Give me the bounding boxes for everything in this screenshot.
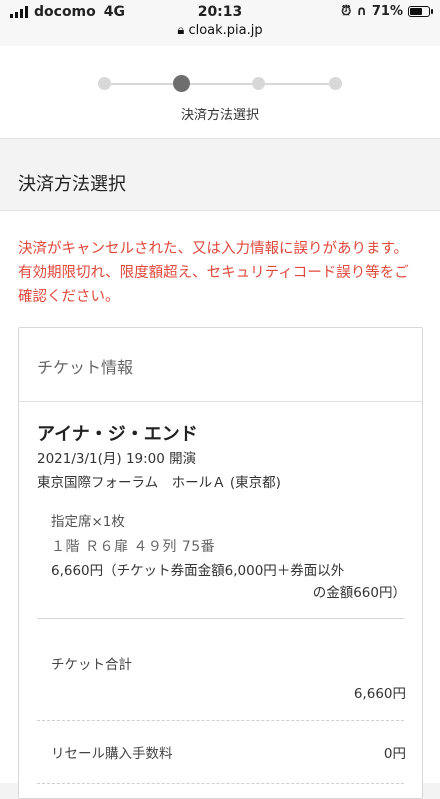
status-icons: ⏰︎ ∩ 71%	[341, 4, 433, 19]
divider	[19, 401, 422, 402]
ticket-price: 6,660円（チケット券面金額6,000円＋券面以外 の金額660円）	[51, 560, 406, 604]
stepper-track	[104, 83, 336, 85]
divider	[37, 618, 404, 619]
event-venue: 東京国際フォーラム ホールＡ (東京都)	[37, 475, 281, 491]
seat-position: １階 Ｒ６扉 ４９列 75番	[51, 539, 216, 555]
address-bar[interactable]: 🔒︎ cloak.pia.jp	[0, 23, 440, 38]
battery-percent: 71%	[371, 4, 403, 19]
dashed-divider	[37, 783, 404, 784]
step-2-dot-active	[173, 75, 190, 92]
error-message: 決済がキャンセルされた、又は入力情報に誤りがあります。有効期限切れ、限度額超え、…	[18, 241, 409, 305]
ticket-total-label: チケット合計	[51, 657, 132, 673]
lock-icon: 🔒︎	[177, 23, 185, 38]
main-content: 決済がキャンセルされた、又は入力情報に誤りがあります。有効期限切れ、限度額超え、…	[0, 210, 440, 799]
price-line-1: 6,660円（チケット券面金額6,000円＋券面以外	[51, 563, 345, 579]
url-text: cloak.pia.jp	[188, 23, 263, 38]
ticket-info-card: チケット情報 アイナ・ジ・エンド 2021/3/1(月) 19:00 開演 東京…	[18, 327, 423, 799]
step-3-dot	[252, 77, 265, 90]
ticket-info-heading: チケット情報	[37, 358, 134, 377]
dashed-divider	[37, 720, 404, 721]
resale-fee-label: リセール購入手数料	[51, 746, 173, 762]
step-1-dot	[98, 77, 111, 90]
price-line-2: の金額660円）	[312, 585, 406, 601]
seat-type: 指定席×1枚	[51, 514, 125, 530]
resale-fee-value: 0円	[383, 746, 406, 762]
ticket-total-value: 6,660円	[353, 686, 406, 702]
step-4-dot	[329, 77, 342, 90]
event-datetime: 2021/3/1(月) 19:00 開演	[37, 451, 197, 467]
battery-icon	[408, 6, 433, 17]
progress-stepper: 決済方法選択	[0, 46, 440, 139]
page-title: 決済方法選択	[18, 174, 126, 195]
headphones-icon: ∩	[356, 4, 367, 19]
active-step-label: 決済方法選択	[180, 108, 259, 123]
status-bar: docomo 4G 20:13 🔒︎ cloak.pia.jp ⏰︎ ∩ 71%	[0, 0, 440, 46]
artist-name: アイナ・ジ・エンド	[37, 424, 198, 445]
alarm-icon: ⏰︎	[341, 4, 352, 19]
